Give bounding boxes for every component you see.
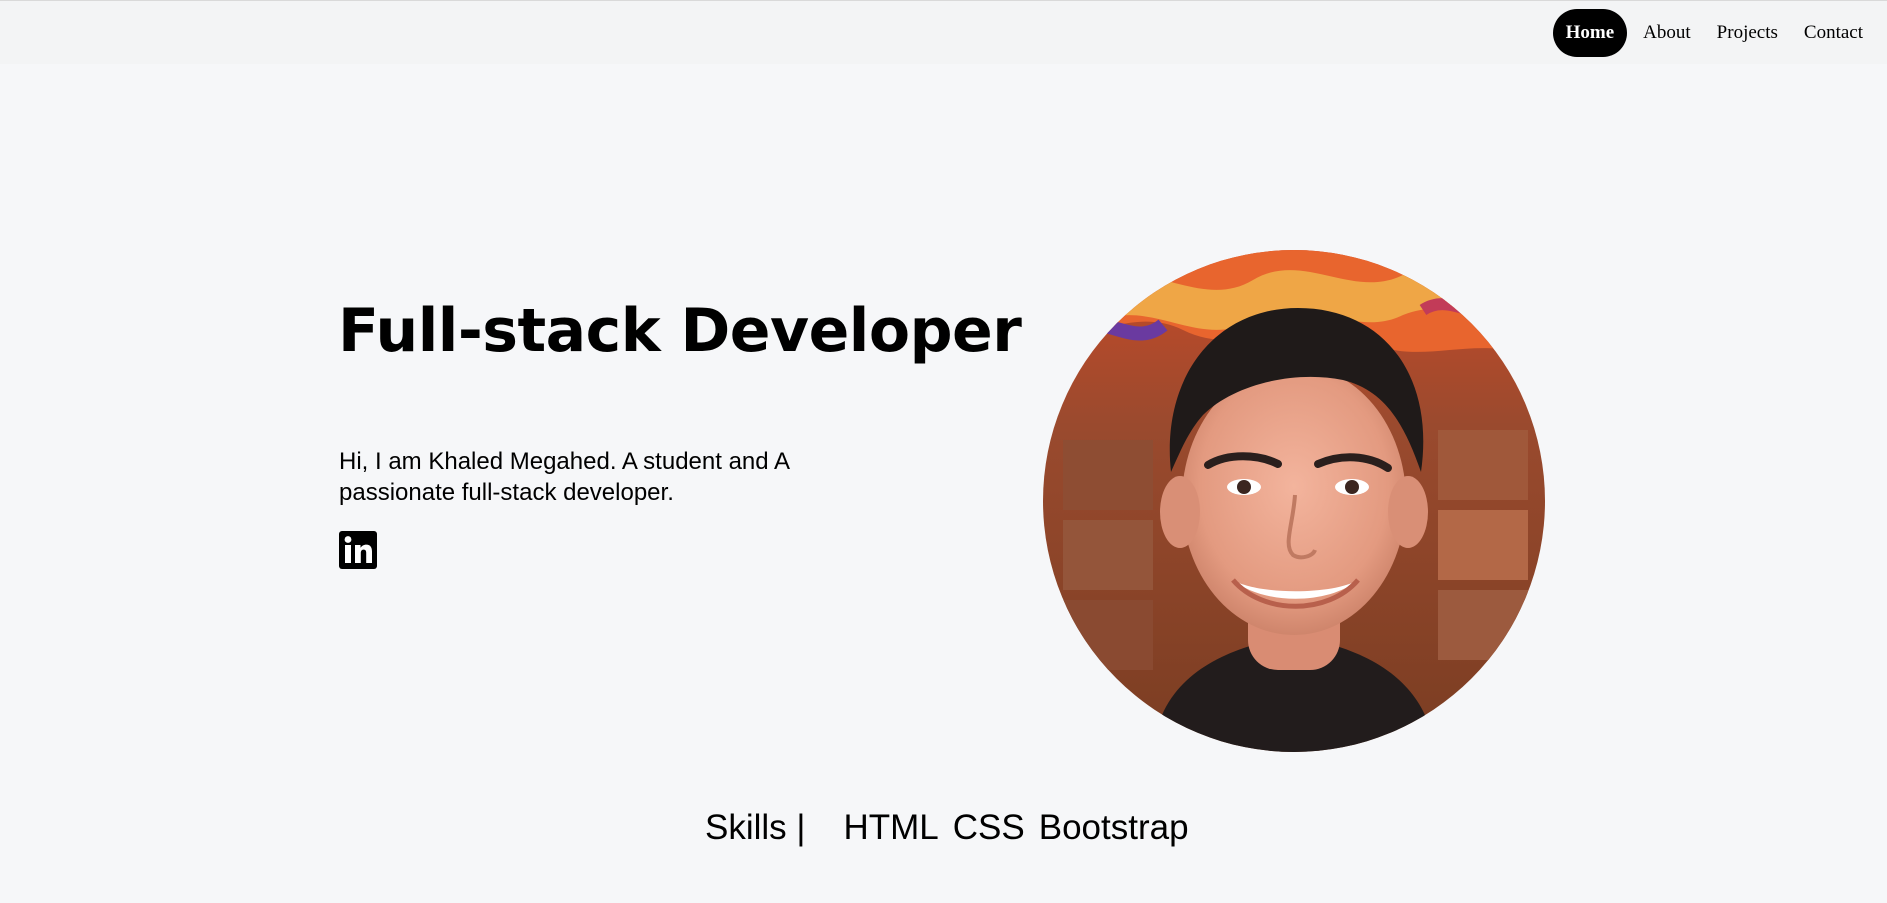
skill-html: HTML (843, 808, 939, 847)
top-navbar: Home About Projects Contact (0, 0, 1887, 64)
nav-home-link[interactable]: Home (1552, 9, 1628, 57)
skill-css: CSS (952, 808, 1025, 847)
nav-projects-link[interactable]: Projects (1707, 9, 1788, 57)
nav-about-link[interactable]: About (1633, 9, 1701, 57)
skills-label: Skills | (705, 808, 806, 847)
nav-contact-link[interactable]: Contact (1794, 9, 1873, 57)
hero-title: Full-stack Developer (338, 296, 1022, 366)
intro-text: Hi, I am Khaled Megahed. A student and A… (339, 448, 789, 506)
linkedin-icon[interactable] (339, 531, 377, 569)
skill-bootstrap: Bootstrap (1038, 808, 1189, 847)
skills-row: Skills | HTML CSS Bootstrap (705, 808, 1203, 848)
main-nav: Home About Projects Contact (1552, 9, 1873, 57)
profile-photo (1043, 250, 1545, 752)
